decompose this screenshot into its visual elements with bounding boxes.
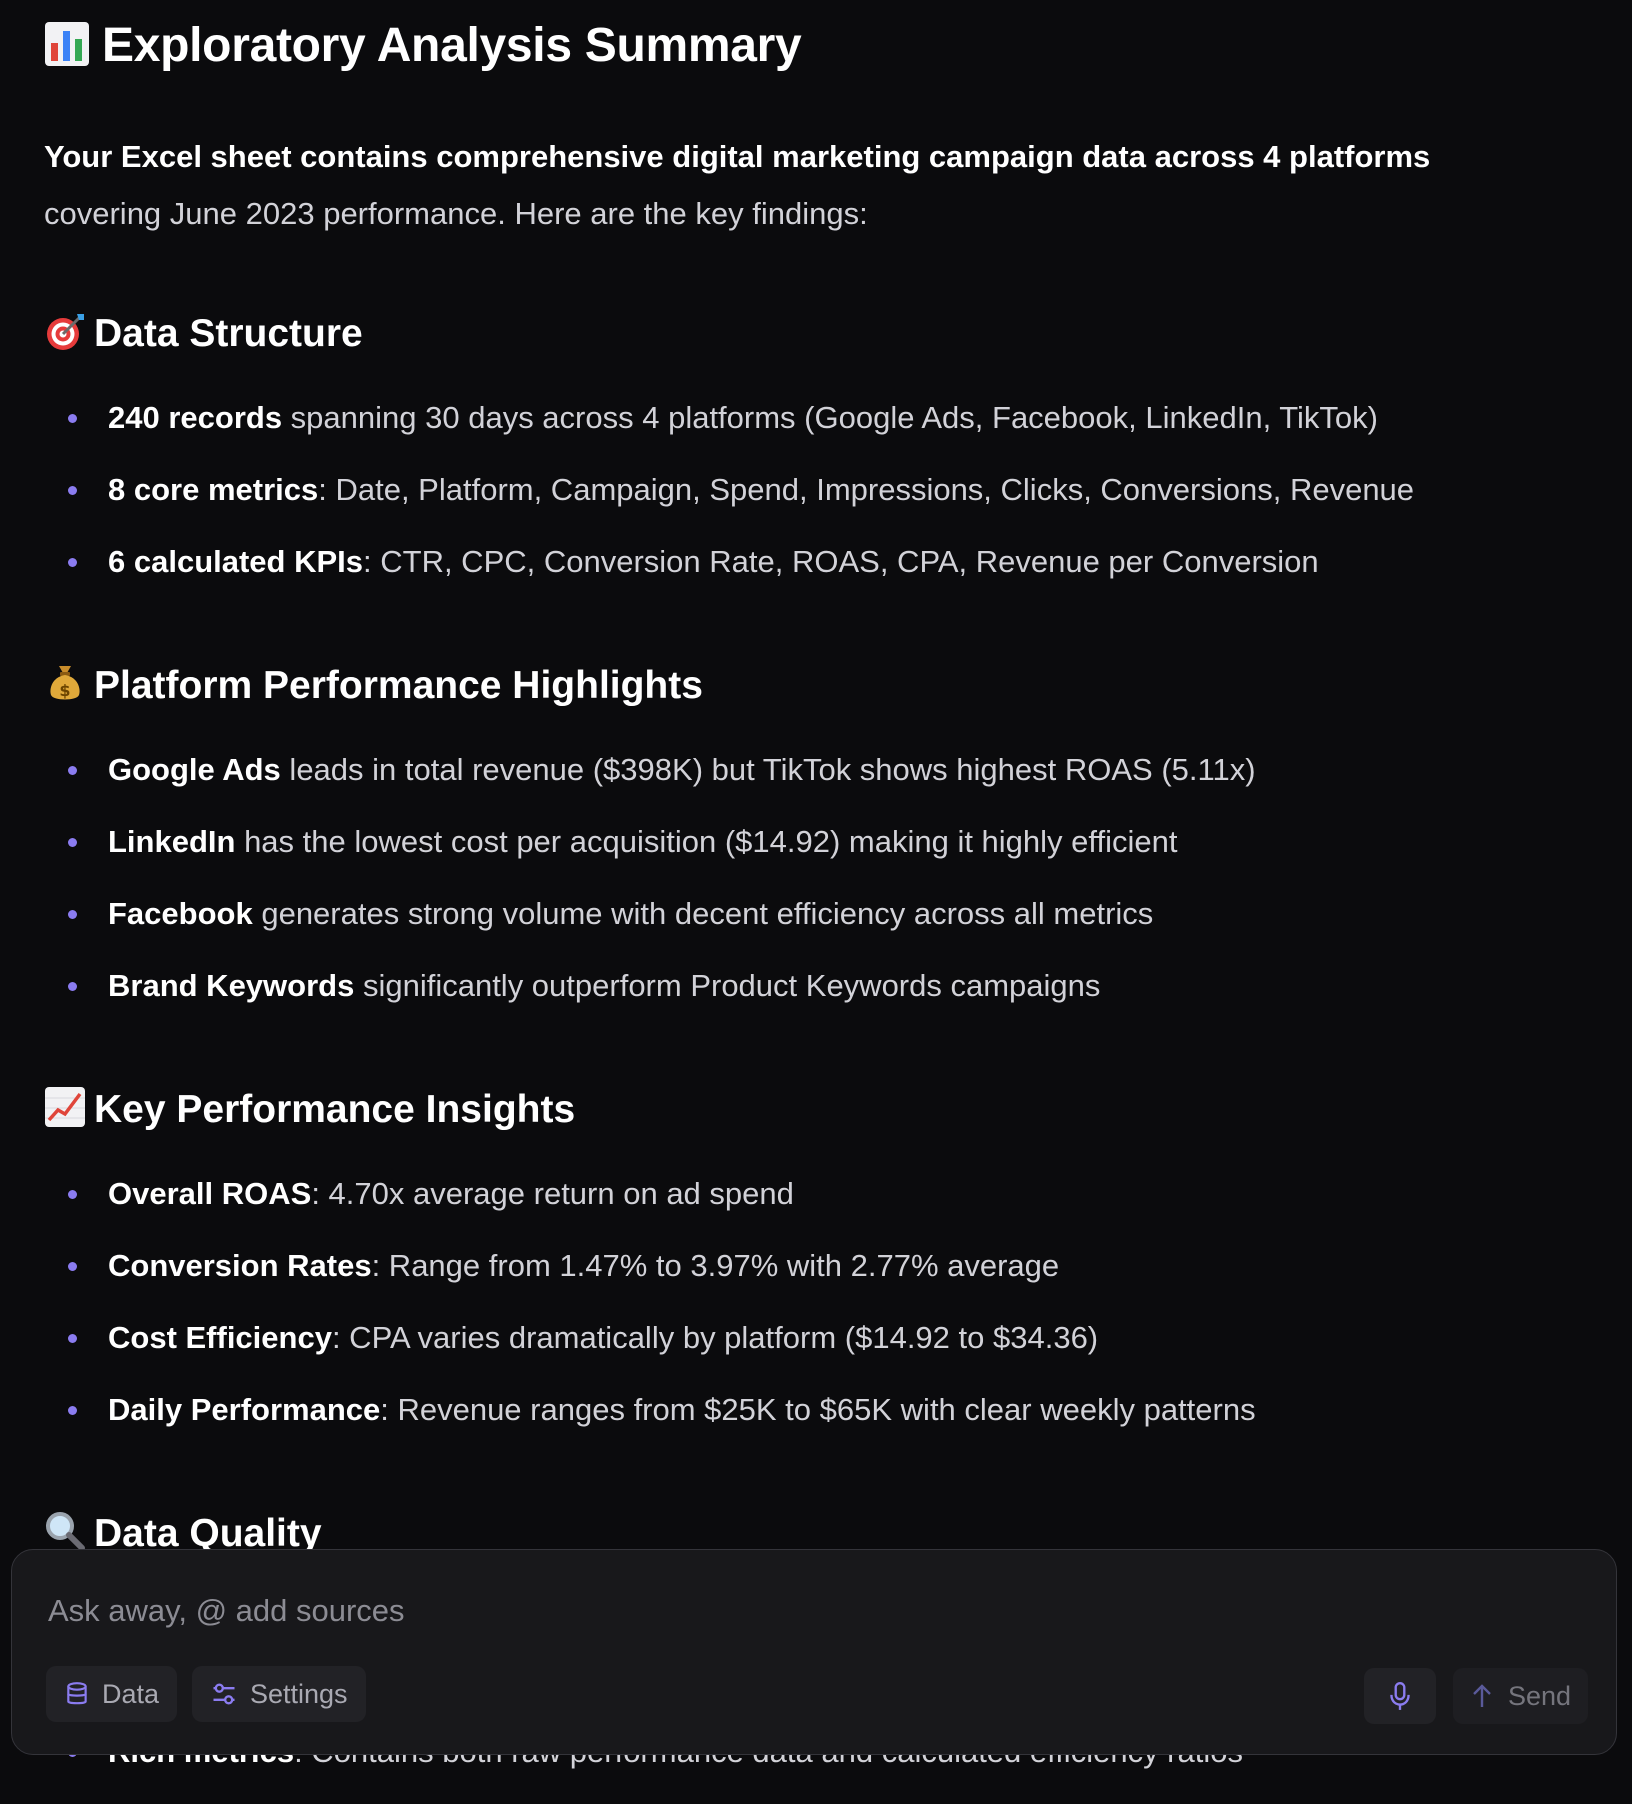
item-text: significantly outperform Product Keyword… <box>354 968 1101 1003</box>
item-bold: Daily Performance <box>108 1392 381 1427</box>
settings-button-label: Settings <box>250 1678 348 1709</box>
bullet <box>68 838 77 847</box>
section-heading-data-structure: Data Structure <box>44 310 363 356</box>
item-text: generates strong volume with decent effi… <box>252 896 1154 931</box>
item-bold: Facebook <box>108 896 253 931</box>
intro-bold: Your Excel sheet contains comprehensive … <box>44 139 1431 174</box>
page-title-text: Exploratory Analysis Summary <box>102 19 802 72</box>
bullet <box>68 1334 77 1343</box>
item-text: : Revenue ranges from $25K to $65K with … <box>380 1392 1256 1427</box>
list-item: Conversion Rates: Range from 1.47% to 3.… <box>44 1230 1604 1302</box>
bullet <box>68 766 77 775</box>
section-heading-text: Key Performance Insights <box>94 1088 576 1131</box>
item-bold: 6 calculated KPIs <box>108 544 364 579</box>
database-icon <box>67 1682 87 1705</box>
item-text: leads in total revenue ($398K) but TikTo… <box>280 752 1256 787</box>
section-heading-platform-performance: $ Platform Performance Highlights <box>44 662 703 708</box>
item-text: : CTR, CPC, Conversion Rate, ROAS, CPA, … <box>363 544 1319 579</box>
item-text: spanning 30 days across 4 platforms (Goo… <box>282 400 1378 435</box>
bullet <box>68 910 77 919</box>
bullet <box>68 982 77 991</box>
bullet <box>68 414 77 423</box>
bullet <box>68 1190 77 1199</box>
item-bold: Cost Efficiency <box>108 1320 332 1355</box>
data-structure-list: 240 records spanning 30 days across 4 pl… <box>44 382 1604 598</box>
svg-text:$: $ <box>59 681 70 700</box>
list-item: Facebook generates strong volume with de… <box>44 878 1604 950</box>
item-bold: 8 core metrics <box>108 472 319 507</box>
bullet <box>68 486 77 495</box>
item-text: : Date, Platform, Campaign, Spend, Impre… <box>318 472 1415 507</box>
money-bag-emoji-icon: $ <box>50 666 80 700</box>
microphone-button[interactable] <box>1364 1668 1436 1724</box>
arrow-up-icon <box>1473 1684 1491 1707</box>
bullet <box>68 558 77 567</box>
section-heading-key-performance: Key Performance Insights <box>44 1086 575 1132</box>
platform-performance-list: Google Ads leads in total revenue ($398K… <box>44 734 1604 1022</box>
data-button-label: Data <box>101 1678 159 1709</box>
page-title: Exploratory Analysis Summary <box>44 18 802 73</box>
item-bold: 240 records <box>108 400 283 435</box>
list-item: 8 core metrics: Date, Platform, Campaign… <box>44 454 1604 526</box>
intro-rest: covering June 2023 performance. Here are… <box>44 196 868 231</box>
section-heading-text: Data Structure <box>94 312 363 355</box>
key-performance-list: Overall ROAS: 4.70x average return on ad… <box>44 1158 1604 1446</box>
item-text: has the lowest cost per acquisition ($14… <box>235 824 1178 859</box>
list-item: Overall ROAS: 4.70x average return on ad… <box>44 1158 1604 1230</box>
item-bold: LinkedIn <box>108 824 236 859</box>
list-item: Daily Performance: Revenue ranges from $… <box>44 1374 1604 1446</box>
data-button[interactable]: Data <box>46 1666 177 1722</box>
bullet <box>68 1406 77 1415</box>
item-bold: Conversion Rates <box>108 1248 372 1283</box>
microphone-icon <box>1390 1681 1410 1710</box>
item-bold: Google Ads <box>108 752 281 787</box>
item-bold: Overall ROAS <box>108 1176 312 1211</box>
magnifying-glass-emoji-icon <box>46 1512 85 1551</box>
list-item: 240 records spanning 30 days across 4 pl… <box>44 382 1604 454</box>
chat-composer: Data Settings Send <box>11 1549 1617 1755</box>
list-item: Google Ads leads in total revenue ($398K… <box>44 734 1604 806</box>
item-text: : CPA varies dramatically by platform ($… <box>331 1320 1099 1355</box>
bullet <box>68 1262 77 1271</box>
section-heading-text: Platform Performance Highlights <box>94 664 703 707</box>
bar-chart-emoji-icon <box>45 22 89 66</box>
list-item: Cost Efficiency: CPA varies dramatically… <box>44 1302 1604 1374</box>
chart-increasing-emoji-icon <box>45 1087 85 1127</box>
chat-input[interactable] <box>46 1588 1450 1634</box>
item-text: : Range from 1.47% to 3.97% with 2.77% a… <box>371 1248 1060 1283</box>
send-button[interactable]: Send <box>1453 1668 1588 1724</box>
item-text: : 4.70x average return on ad spend <box>311 1176 794 1211</box>
sliders-icon <box>213 1683 235 1705</box>
send-button-label: Send <box>1507 1680 1572 1711</box>
list-item: Brand Keywords significantly outperform … <box>44 950 1604 1022</box>
list-item: LinkedIn has the lowest cost per acquisi… <box>44 806 1604 878</box>
list-item: 6 calculated KPIs: CTR, CPC, Conversion … <box>44 526 1604 598</box>
direct-hit-emoji-icon <box>47 314 84 350</box>
item-bold: Brand Keywords <box>108 968 355 1003</box>
settings-button[interactable]: Settings <box>192 1666 366 1722</box>
intro-paragraph: Your Excel sheet contains comprehensive … <box>44 128 1544 242</box>
